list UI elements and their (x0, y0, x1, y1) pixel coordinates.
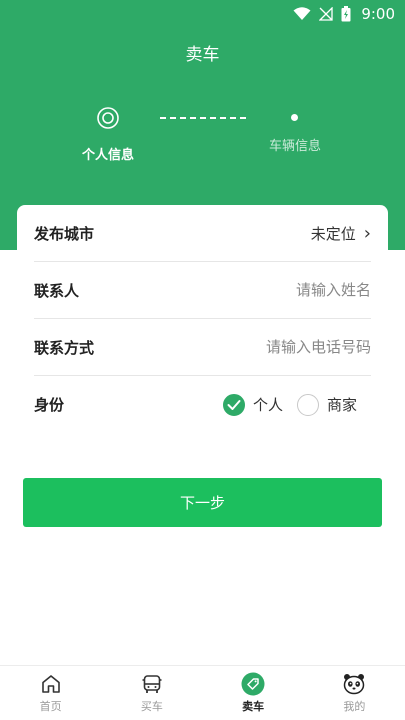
battery-icon (341, 6, 351, 22)
panda-icon (342, 672, 366, 696)
identity-radio-group: 个人 商家 (222, 393, 357, 416)
check-icon (222, 393, 245, 416)
tab-sell-car-label: 卖车 (242, 700, 265, 713)
identity-option-merchant[interactable]: 商家 (296, 393, 357, 416)
car-front-icon (140, 672, 164, 696)
tab-home[interactable]: 首页 (0, 666, 101, 720)
step-label-vehicle: 车辆信息 (269, 139, 322, 154)
identity-option-personal-label: 个人 (252, 396, 283, 414)
step-label-personal: 个人信息 (82, 148, 135, 163)
contact-label: 联系人 (34, 281, 80, 300)
page-title: 卖车 (185, 45, 220, 65)
bottom-tab-bar: 首页 买车 卖车 我的 (0, 665, 405, 720)
tab-buy-car[interactable]: 买车 (101, 666, 202, 720)
status-time: 9:00 (361, 5, 395, 23)
city-value-group[interactable]: 未定位 › (311, 223, 371, 244)
tag-icon (241, 672, 265, 696)
tab-home-label: 首页 (39, 700, 62, 713)
no-signal-icon (319, 7, 333, 21)
wifi-icon (293, 7, 311, 20)
tab-mine-label: 我的 (343, 700, 366, 713)
step-connector (160, 117, 246, 119)
city-label: 发布城市 (34, 224, 95, 243)
phone-label: 联系方式 (34, 338, 95, 357)
step-indicator: 个人信息 车辆信息 (0, 104, 405, 164)
form-card: 发布城市 未定位 › 联系人 联系方式 身份 个人 商家 (17, 205, 388, 435)
tab-mine[interactable]: 我的 (304, 666, 405, 720)
city-row[interactable]: 发布城市 未定位 › (34, 205, 371, 262)
contact-name-input[interactable] (191, 281, 371, 299)
home-icon (39, 672, 63, 696)
identity-option-personal[interactable]: 个人 (222, 393, 283, 416)
contact-row: 联系人 (34, 262, 371, 319)
next-step-button[interactable]: 下一步 (23, 478, 382, 527)
step-pending-dot-icon (291, 114, 298, 121)
chevron-right-icon: › (363, 222, 371, 244)
phone-input[interactable] (191, 338, 371, 356)
step-current-icon (97, 107, 119, 129)
status-bar: 9:00 (0, 0, 405, 28)
city-value: 未定位 (310, 224, 356, 243)
tab-sell-car[interactable]: 卖车 (203, 666, 304, 720)
radio-empty-icon (296, 393, 319, 416)
identity-row: 身份 个人 商家 (34, 376, 371, 433)
phone-row: 联系方式 (34, 319, 371, 376)
identity-label: 身份 (34, 396, 65, 414)
identity-option-merchant-label: 商家 (326, 396, 357, 414)
tab-buy-car-label: 买车 (140, 700, 163, 713)
